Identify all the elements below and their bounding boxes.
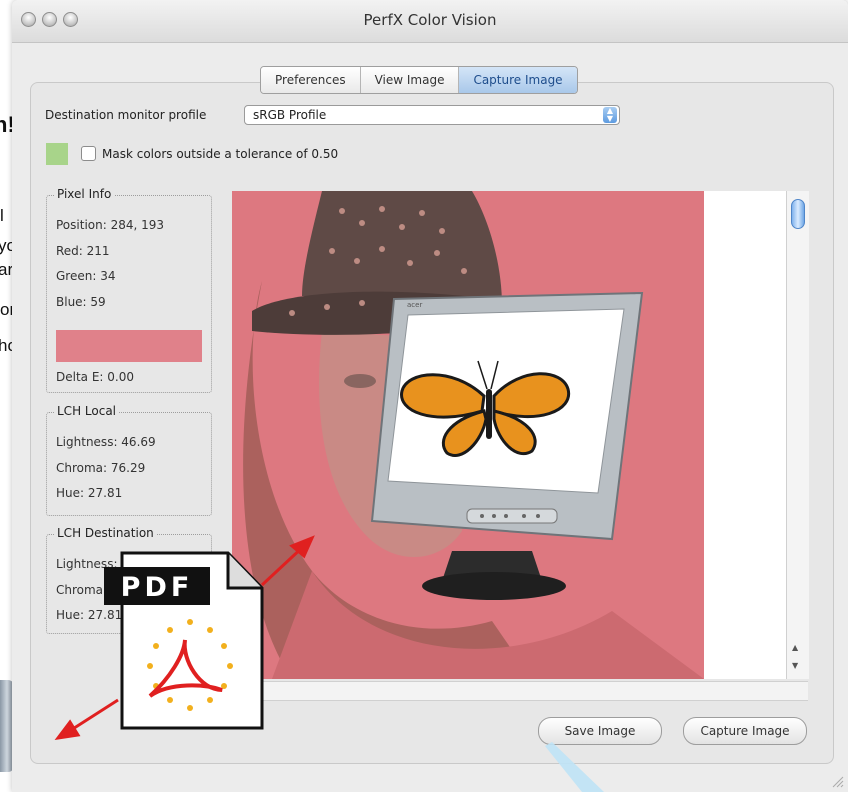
lch-destination-title: LCH Destination — [54, 526, 157, 540]
profile-label: Destination monitor profile — [45, 108, 207, 122]
resize-grip-icon[interactable] — [830, 774, 844, 788]
scroll-thumb[interactable] — [791, 199, 805, 229]
pixel-blue: Blue: 59 — [56, 295, 106, 309]
pixel-green: Green: 34 — [56, 269, 116, 283]
scroll-up-icon[interactable]: ▲ — [792, 643, 798, 652]
mask-color-swatch[interactable] — [46, 143, 68, 165]
lch-local-chroma: Chroma: 76.29 — [56, 461, 146, 475]
captured-image[interactable]: acer — [232, 191, 704, 679]
pixel-position: Position: 284, 193 — [56, 218, 165, 232]
vertical-scrollbar[interactable]: ▲ ▼ — [786, 191, 809, 679]
tab-preferences[interactable]: Preferences — [261, 67, 361, 93]
canvas-margin — [704, 191, 786, 679]
background-text-line: l — [0, 206, 4, 225]
tab-bar: Preferences View Image Capture Image — [260, 66, 578, 94]
lch-destination-group: LCH Destination Lightness: 46.69 Chroma:… — [46, 526, 212, 634]
pixel-info-title: Pixel Info — [54, 187, 115, 201]
mask-label: Mask colors outside a tolerance of 0.50 — [102, 147, 339, 161]
captured-photo: acer — [243, 191, 704, 679]
pixel-color-swatch — [56, 330, 202, 362]
capture-image-button[interactable]: Capture Image — [683, 717, 807, 745]
monitor-brand: acer — [407, 301, 422, 309]
mask-checkbox[interactable] — [81, 146, 96, 161]
lch-local-title: LCH Local — [54, 404, 120, 418]
pixel-info-group: Pixel Info Position: 284, 193 Red: 211 G… — [46, 187, 212, 393]
lch-destination-chroma: Chroma: 76.29 — [56, 583, 146, 597]
title-bar[interactable]: PerfX Color Vision — [12, 0, 848, 43]
lch-local-group: LCH Local Lightness: 46.69 Chroma: 76.29… — [46, 404, 212, 516]
profile-select[interactable]: sRGB Profile ▲ ▼ — [244, 105, 620, 125]
tab-view-image[interactable]: View Image — [360, 67, 460, 93]
horizontal-scrollbar[interactable] — [232, 681, 808, 701]
profile-select-value: sRGB Profile — [253, 108, 327, 122]
save-image-button[interactable]: Save Image — [538, 717, 662, 745]
pixel-red: Red: 211 — [56, 244, 110, 258]
scroll-down-icon[interactable]: ▼ — [792, 661, 798, 670]
pixel-delta-e: Delta E: 0.00 — [56, 370, 134, 384]
app-window: PerfX Color Vision Preferences View Imag… — [12, 0, 848, 792]
window-title: PerfX Color Vision — [363, 11, 497, 29]
lch-destination-hue: Hue: 27.81 — [56, 608, 123, 622]
tab-capture-image[interactable]: Capture Image — [459, 67, 577, 93]
lch-destination-lightness: Lightness: 46.69 — [56, 557, 156, 571]
select-arrows-icon: ▲ ▼ — [603, 107, 617, 123]
lch-local-hue: Hue: 27.81 — [56, 486, 123, 500]
lch-local-lightness: Lightness: 46.69 — [56, 435, 156, 449]
